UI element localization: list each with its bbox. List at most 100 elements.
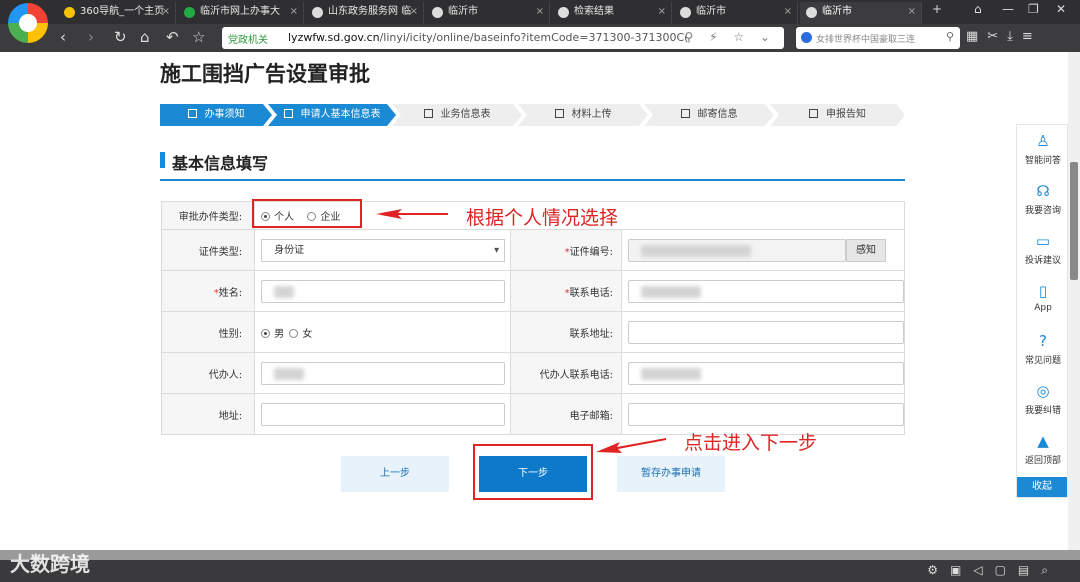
step-item[interactable]: 邮寄信息 [644,104,774,126]
agent-phone-label: 代办人联系电话: [510,352,622,394]
step-item[interactable]: 办事须知 [160,104,272,126]
contact-address-cell [621,311,905,353]
step-item[interactable]: 业务信息表 [392,104,522,126]
top-arrow-icon: ▲ [1037,432,1049,450]
url-input[interactable]: 党政机关 lyzwfw.sd.gov.cn/linyi/icity/online… [222,27,784,49]
arrow-left-icon [596,438,666,453]
scrollbar-thumb[interactable] [1070,162,1078,280]
radio-female[interactable] [289,328,299,338]
browser-tab[interactable]: 山东政务服务网 临 × [306,2,424,24]
id-number-label: *证件编号: [510,229,622,271]
form-icon [424,109,433,118]
location-icon: ◎ [1036,382,1050,400]
undo-icon[interactable]: ↶ [166,28,179,46]
contact-address-input[interactable] [628,320,904,344]
browser-tab-bar: 360导航_一个主页 × 临沂市网上办事大 × 山东政务服务网 临 × 临沂市 × 检索… [0,0,1080,24]
tab-favicon-icon [312,7,323,18]
headset-icon: ☊ [1036,182,1050,200]
collapse-button[interactable]: 收起 [1017,477,1067,497]
complaint-item[interactable]: ▭ 投诉建议 [1017,231,1069,266]
email-input[interactable] [628,402,904,426]
agent-phone-input[interactable] [628,361,904,385]
close-tab-icon[interactable]: × [536,2,544,22]
close-tab-icon[interactable]: × [162,2,170,22]
url-tools-icons[interactable]: ⚲ ⚡ ☆ ⌄ [685,30,776,44]
new-tab-icon[interactable]: + [932,2,942,16]
agent-phone-cell [621,352,905,394]
radio-note: 根据个人情况选择 [466,207,619,229]
prev-button[interactable]: 上一步 [341,456,449,492]
search-input[interactable]: 女排世界杯中国豪取三连 ⚲ [796,27,960,49]
close-tab-icon[interactable]: × [658,2,666,22]
browser-tab[interactable]: 检索结果 × [552,2,672,24]
arrow-left-icon [376,209,448,219]
tab-favicon-icon [432,7,443,18]
page-scrollbar[interactable] [1068,52,1080,552]
back-to-top-item[interactable]: ▲ 返回顶部 [1017,431,1069,466]
question-icon: ? [1039,332,1047,350]
browser-tab-active[interactable]: 临沂市 × [800,2,922,24]
address-input[interactable] [261,402,506,426]
minimize-icon[interactable]: — [1002,2,1014,16]
correction-item[interactable]: ◎ 我要纠错 [1017,381,1069,416]
home-icon[interactable]: ⌂ [140,28,150,46]
basic-info-form: 审批办件类型: 个人 企业 证件类型: 身份证 *证件编号: 感知 *姓名: *… [160,201,905,435]
close-tab-icon[interactable]: × [908,2,916,22]
star-icon[interactable]: ☆ [192,28,205,46]
tab-favicon-icon [806,7,817,18]
status-bar-icons[interactable]: ⚙▣◁▢▤⌕ [927,563,1060,578]
restore-icon[interactable]: ❐ [1028,2,1039,16]
phone-input[interactable] [628,279,904,303]
page-title: 施工围挡广告设置审批 [160,62,370,86]
section-title: 基本信息填写 [160,150,268,174]
browser-logo-icon[interactable] [8,3,48,43]
robot-icon: ♙ [1036,132,1050,150]
sense-button[interactable]: 感知 [846,238,886,262]
watermark: 大数跨境 [10,552,90,576]
faq-item[interactable]: ? 常见问题 [1017,331,1069,366]
agent-cell [254,352,512,394]
id-type-label: 证件类型: [160,229,256,271]
applicant-type-label: 审批办件类型: [160,201,256,230]
step-item[interactable]: 申请人基本信息表 [268,104,396,126]
page-bottom-edge [0,550,1080,560]
id-number-input[interactable] [628,238,846,262]
browser-tab[interactable]: 临沂市 × [426,2,550,24]
gov-badge: 党政机关 [228,35,268,46]
agent-label: 代办人: [160,352,256,394]
back-icon[interactable]: ‹ [60,28,66,46]
radio-highlight-box [252,199,362,228]
search-icon[interactable]: ⚲ [946,30,954,43]
tab-favicon-icon [680,7,691,18]
close-window-icon[interactable]: ✕ [1056,2,1066,16]
tab-favicon-icon [558,7,569,18]
forward-icon[interactable]: › [88,28,94,46]
name-input[interactable] [261,279,506,303]
app-item[interactable]: ▯ App [1017,281,1069,313]
smart-qa-item[interactable]: ♙ 智能问答 [1017,131,1069,166]
phone-cell [621,270,905,312]
next-note: 点击进入下一步 [684,432,818,454]
browser-tab[interactable]: 临沂市网上办事大 × [178,2,304,24]
step-progress: 办事须知 申请人基本信息表 业务信息表 材料上传 邮寄信息 申报告知 [160,104,905,126]
shirt-icon[interactable]: ⌂ [974,2,982,16]
status-bar: ⚙▣◁▢▤⌕ [0,560,1080,582]
reload-icon[interactable]: ↻ [114,28,127,46]
close-tab-icon[interactable]: × [784,2,792,22]
tab-favicon-icon [64,7,75,18]
gender-label: 性别: [160,311,256,353]
save-draft-button[interactable]: 暂存办事申请 [617,456,725,492]
consult-item[interactable]: ☊ 我要咨询 [1017,181,1069,216]
agent-input[interactable] [261,361,506,385]
radio-male[interactable] [261,328,271,338]
id-type-select[interactable]: 身份证 [261,238,506,262]
close-tab-icon[interactable]: × [410,2,418,22]
mail-icon [681,109,690,118]
browser-tab[interactable]: 360导航_一个主页 × [58,2,176,24]
step-item[interactable]: 材料上传 [518,104,648,126]
name-label: *姓名: [160,270,256,312]
browser-tab[interactable]: 临沂市 × [674,2,798,24]
close-tab-icon[interactable]: × [290,2,298,22]
toolbar-icons[interactable]: ▦✂⤓≡ [966,29,1042,44]
step-item[interactable]: 申报告知 [770,104,905,126]
